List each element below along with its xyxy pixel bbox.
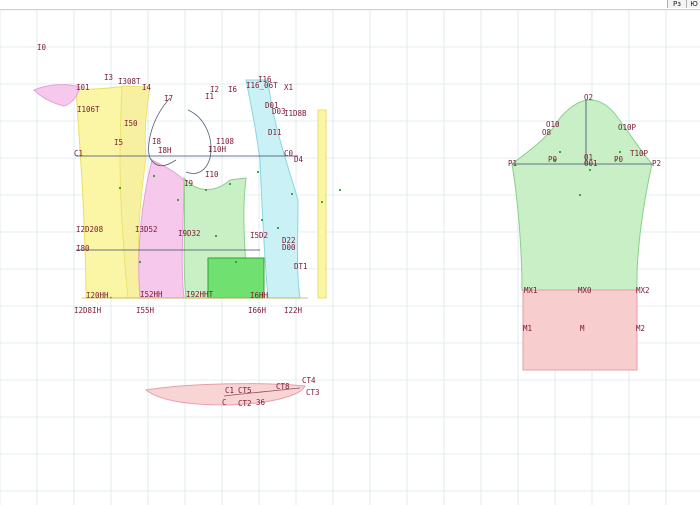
construction-point[interactable] (558, 150, 562, 154)
point-label-o2: O2 (584, 93, 593, 102)
point-label-d00: D00 (282, 243, 296, 252)
point-label-i4: I4 (142, 83, 152, 92)
point-label-c36: 36 (256, 398, 266, 407)
point-label-o01: O01 (584, 159, 598, 168)
point-label-m2: M2 (636, 324, 645, 333)
construction-point[interactable] (578, 193, 582, 197)
point-label-i6h: I6HH (250, 291, 269, 300)
point-label-i20hh: I20HH. (86, 291, 113, 300)
point-label-i10: I10 (205, 170, 219, 179)
point-label-i66h: I66H (248, 306, 267, 315)
point-label-i3: I3 (104, 73, 113, 82)
construction-point[interactable] (256, 170, 260, 174)
construction-point[interactable] (553, 158, 557, 162)
point-label-i92hh: I92HHT (186, 290, 214, 299)
construction-point[interactable] (614, 158, 618, 162)
point-label-m: M (580, 324, 585, 333)
point-label-i16-06t: I16_06T (246, 81, 278, 90)
point-label-i50: I50 (124, 119, 138, 128)
point-label-i1d8b: I1D8B (284, 109, 307, 118)
point-label-ct5: CT5 (238, 386, 252, 395)
point-label-i6: I6 (228, 85, 238, 94)
point-label-mx2: MX2 (636, 286, 650, 295)
construction-point[interactable] (290, 192, 294, 196)
point-label-p2: P2 (652, 159, 661, 168)
point-label-i9d32: I9D32 (178, 229, 201, 238)
point-label-i01: I01 (76, 83, 90, 92)
point-label-i8h: I8H (158, 146, 172, 155)
point-label-t10p: T10P (630, 149, 649, 158)
point-label-p1: P1 (508, 159, 517, 168)
point-label-i308t: I308T (118, 77, 141, 86)
point-label-i80: I80 (76, 244, 90, 253)
construction-point[interactable] (338, 188, 342, 192)
point-label-c: C (222, 398, 227, 407)
point-label-m1: M1 (523, 324, 532, 333)
construction-point[interactable] (204, 188, 208, 192)
armhole-curve-2 (185, 109, 212, 174)
point-label-mx1: MX1 (524, 286, 538, 295)
point-label-i3d52: I3D52 (135, 225, 158, 234)
pattern-canvas[interactable]: I0I3 I308TI4I7I01I106TI50I5C1I8I8HI2 I6I1I… (0, 0, 700, 505)
construction-point[interactable] (152, 174, 156, 178)
point-label-ct2: CT2 (238, 399, 252, 408)
point-label-i10h: I10H (208, 145, 227, 154)
construction-point[interactable] (214, 234, 218, 238)
construction-point[interactable] (138, 260, 142, 264)
point-label-o8: O8 (542, 128, 552, 137)
point-label-c1-collar: C1 (225, 386, 234, 395)
construction-point[interactable] (176, 198, 180, 202)
point-label-c1: C1 (74, 149, 83, 158)
point-label-dt1: DT1 (294, 262, 308, 271)
construction-point[interactable] (320, 200, 324, 204)
point-label-i2d8ih: I2D8IH (74, 306, 102, 315)
point-label-i5: I5 (114, 138, 123, 147)
construction-point[interactable] (260, 218, 264, 222)
point-label-d4: D4 (294, 155, 304, 164)
point-label-p0-left: P0 (548, 155, 558, 164)
point-label-i9: I9 (184, 179, 193, 188)
back-yoke-pink[interactable] (33, 84, 81, 107)
point-label-i55h: I55H (136, 306, 155, 315)
point-label-d11: D11 (268, 128, 282, 137)
point-label-x1: X1 (284, 83, 293, 92)
point-label-i5d2: I5D2 (250, 231, 268, 240)
facing-strip-yellow[interactable] (317, 109, 327, 299)
point-label-i2d208: I2D208 (76, 225, 104, 234)
point-label-i8: I8 (152, 137, 162, 146)
point-label-i1: I1 (205, 92, 214, 101)
point-label-i22h: I22H (284, 306, 303, 315)
point-label-mx0: MX0 (578, 286, 592, 295)
point-label-i0: I0 (37, 43, 47, 52)
point-label-i7: I7 (164, 94, 173, 103)
construction-point[interactable] (234, 260, 238, 264)
construction-point[interactable] (618, 150, 622, 154)
construction-point[interactable] (588, 168, 592, 172)
point-label-ct4: CT4 (302, 376, 316, 385)
point-label-o10p: O10P (618, 123, 637, 132)
construction-point[interactable] (118, 186, 122, 190)
point-label-ct8: CT8 (276, 382, 290, 391)
construction-point[interactable] (276, 226, 280, 230)
point-label-ct3: CT3 (306, 388, 320, 397)
construction-point[interactable] (228, 182, 232, 186)
point-label-i106t: I106T (77, 105, 100, 114)
point-label-i52hh: I52HH (140, 290, 163, 299)
point-label-c0: C0 (284, 149, 294, 158)
